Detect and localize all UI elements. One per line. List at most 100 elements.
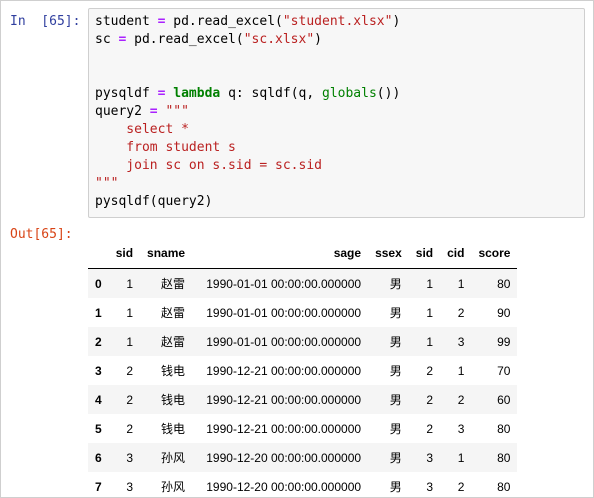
code-line: """	[95, 175, 400, 193]
code-token: query2	[95, 104, 150, 119]
input-prompt: In [65]:	[10, 14, 81, 29]
table-row: 2 1 赵雷 1990-01-01 00:00:00.000000 男 1 3 99	[88, 327, 518, 356]
code-token: "student.xlsx"	[282, 14, 393, 29]
column-header-sid: sid	[108, 237, 141, 269]
column-header-score: score	[471, 237, 518, 269]
table-row: 4 2 钱电 1990-12-21 00:00:00.000000 男 2 2 60	[88, 385, 518, 414]
row-index: 6	[95, 450, 102, 465]
code-token: join sc on s.sid = sc.sid	[95, 158, 322, 173]
table-body: 0 1 赵雷 1990-01-01 00:00:00.000000 男 1 1 80 1 1 赵雷 1…	[88, 268, 518, 497]
column-header-sage: sage	[192, 237, 369, 269]
table-cell: 孙风	[161, 451, 186, 465]
table-cell: 60	[497, 392, 511, 407]
table-cell: 2	[126, 392, 134, 407]
table-cell: 80	[497, 421, 511, 436]
index-header	[88, 237, 109, 269]
table-cell: 3	[426, 450, 434, 465]
code-block[interactable]: student = pd.read_excel("student.xlsx") s…	[95, 13, 400, 211]
table-cell: 男	[389, 422, 402, 436]
code-line: student = pd.read_excel("student.xlsx")	[95, 13, 400, 31]
table-cell: 1990-12-21 00:00:00.000000	[206, 392, 362, 407]
column-header-cid: cid	[440, 237, 472, 269]
table-cell: 男	[389, 335, 402, 349]
table-cell: 赵雷	[161, 277, 186, 291]
code-token: pd.read_excel(	[126, 32, 244, 47]
table-cell: 2	[426, 363, 434, 378]
row-index: 0	[95, 276, 102, 291]
table-row: 3 2 钱电 1990-12-21 00:00:00.000000 男 2 1 70	[88, 356, 518, 385]
table-cell: 1	[426, 334, 434, 349]
code-line: query2 = """	[95, 103, 400, 121]
table-header-row: sid sname sage ssex sid cid score	[88, 237, 518, 269]
table-cell: 1	[457, 276, 465, 291]
table-cell: 钱电	[161, 393, 186, 407]
table-cell: 孙风	[161, 480, 186, 494]
code-token: pd.read_excel(	[165, 14, 283, 29]
table-cell: 1990-12-20 00:00:00.000000	[206, 479, 362, 494]
code-token: lambda	[173, 86, 221, 101]
table-cell: 2	[457, 305, 465, 320]
table-cell: 80	[497, 479, 511, 494]
column-header-sid: sid	[408, 237, 441, 269]
table-cell: 男	[389, 480, 402, 494]
code-token: =	[149, 104, 158, 119]
table-cell: 80	[497, 450, 511, 465]
table-cell: 2	[457, 479, 465, 494]
table-cell: 1990-12-21 00:00:00.000000	[206, 363, 362, 378]
code-line: pysqldf(query2)	[95, 193, 400, 211]
row-index: 3	[95, 363, 102, 378]
table-row: 5 2 钱电 1990-12-21 00:00:00.000000 男 2 3 80	[88, 414, 518, 443]
table-cell: 男	[389, 364, 402, 378]
row-index: 7	[95, 479, 102, 494]
output-area: sid sname sage ssex sid cid score 0 1 赵雷 1990-01-…	[88, 237, 593, 497]
table-cell: 3	[457, 334, 465, 349]
table-cell: 3	[457, 421, 465, 436]
code-token: pysqldf	[95, 86, 158, 101]
table-row: 0 1 赵雷 1990-01-01 00:00:00.000000 男 1 1 80	[88, 268, 518, 298]
code-line: join sc on s.sid = sc.sid	[95, 157, 400, 175]
code-line: pysqldf = lambda q: sqldf(q, globals())	[95, 85, 400, 103]
code-token: )	[392, 14, 401, 29]
table-cell: 1	[457, 450, 465, 465]
row-index: 1	[95, 305, 102, 320]
code-token: ())	[376, 86, 401, 101]
table-cell: 3	[426, 479, 434, 494]
code-line: sc = pd.read_excel("sc.xlsx")	[95, 31, 400, 49]
table-cell: 1990-01-01 00:00:00.000000	[206, 276, 362, 291]
code-token: """	[165, 104, 189, 119]
table-cell: 钱电	[161, 422, 186, 436]
code-token: student	[95, 14, 158, 29]
table-cell: 1	[457, 363, 465, 378]
code-token: select *	[95, 122, 189, 137]
table-cell: 3	[126, 450, 134, 465]
table-row: 1 1 赵雷 1990-01-01 00:00:00.000000 男 1 2 90	[88, 298, 518, 327]
row-index: 5	[95, 421, 102, 436]
row-index: 2	[95, 334, 102, 349]
dataframe-table: sid sname sage ssex sid cid score 0 1 赵雷 1990-01-…	[88, 237, 518, 497]
table-cell: 1990-01-01 00:00:00.000000	[206, 305, 362, 320]
table-cell: 1990-12-20 00:00:00.000000	[206, 450, 362, 465]
code-token: globals	[322, 86, 377, 101]
code-token: q: sqldf(q,	[220, 86, 322, 101]
table-cell: 2	[126, 363, 134, 378]
code-token: "sc.xlsx"	[243, 32, 315, 47]
table-cell: 钱电	[161, 364, 186, 378]
table-cell: 70	[497, 363, 511, 378]
table-cell: 99	[497, 334, 511, 349]
code-editor[interactable]: student = pd.read_excel("student.xlsx") s…	[88, 8, 585, 218]
table-cell: 1	[126, 305, 134, 320]
table-cell: 男	[389, 277, 402, 291]
table-cell: 3	[126, 479, 134, 494]
table-row: 7 3 孙风 1990-12-20 00:00:00.000000 男 3 2 80	[88, 472, 518, 497]
table-cell: 赵雷	[161, 306, 186, 320]
code-token: """	[95, 176, 119, 191]
notebook-cell: In [65]: student = pd.read_excel("studen…	[0, 0, 594, 498]
table-cell: 1	[126, 276, 134, 291]
code-token: pysqldf(query2)	[95, 194, 213, 209]
code-token: sc	[95, 32, 119, 47]
code-line: select *	[95, 121, 400, 139]
table-cell: 2	[426, 392, 434, 407]
table-cell: 1990-01-01 00:00:00.000000	[206, 334, 362, 349]
